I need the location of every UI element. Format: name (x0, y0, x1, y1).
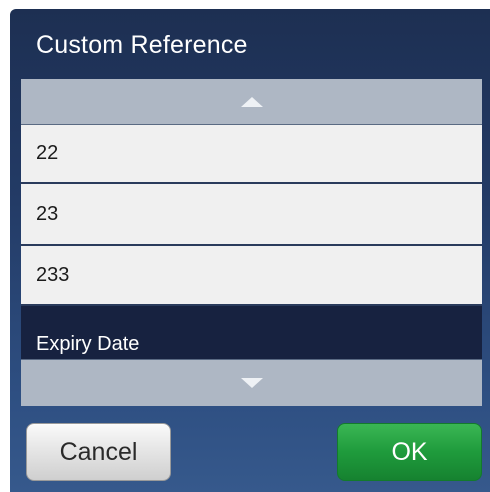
reference-list: 22 23 233 Expiry Date (21, 79, 482, 406)
triangle-down-icon (240, 378, 263, 388)
ok-button[interactable]: OK (337, 423, 482, 481)
ok-button-label: OK (391, 437, 428, 466)
custom-reference-dialog: Custom Reference 22 23 233 Expiry Date C… (10, 9, 490, 492)
list-item-label: 23 (36, 202, 59, 225)
list-item-label: Expiry Date (36, 333, 140, 355)
list-item-label: 22 (36, 142, 59, 164)
scroll-up-button[interactable] (21, 79, 482, 125)
scroll-down-button[interactable] (21, 359, 482, 406)
triangle-up-icon (240, 96, 263, 107)
list-item-22[interactable]: 22 (21, 125, 482, 184)
cancel-button-label: Cancel (59, 437, 138, 466)
list-item-233[interactable]: 233 (21, 246, 482, 306)
list-item-23[interactable]: 23 (21, 184, 482, 246)
dialog-title: Custom Reference (36, 31, 248, 59)
list-item-label: 233 (36, 263, 70, 286)
cancel-button[interactable]: Cancel (26, 423, 171, 481)
list-item-expiry-date[interactable]: Expiry Date (21, 306, 482, 359)
